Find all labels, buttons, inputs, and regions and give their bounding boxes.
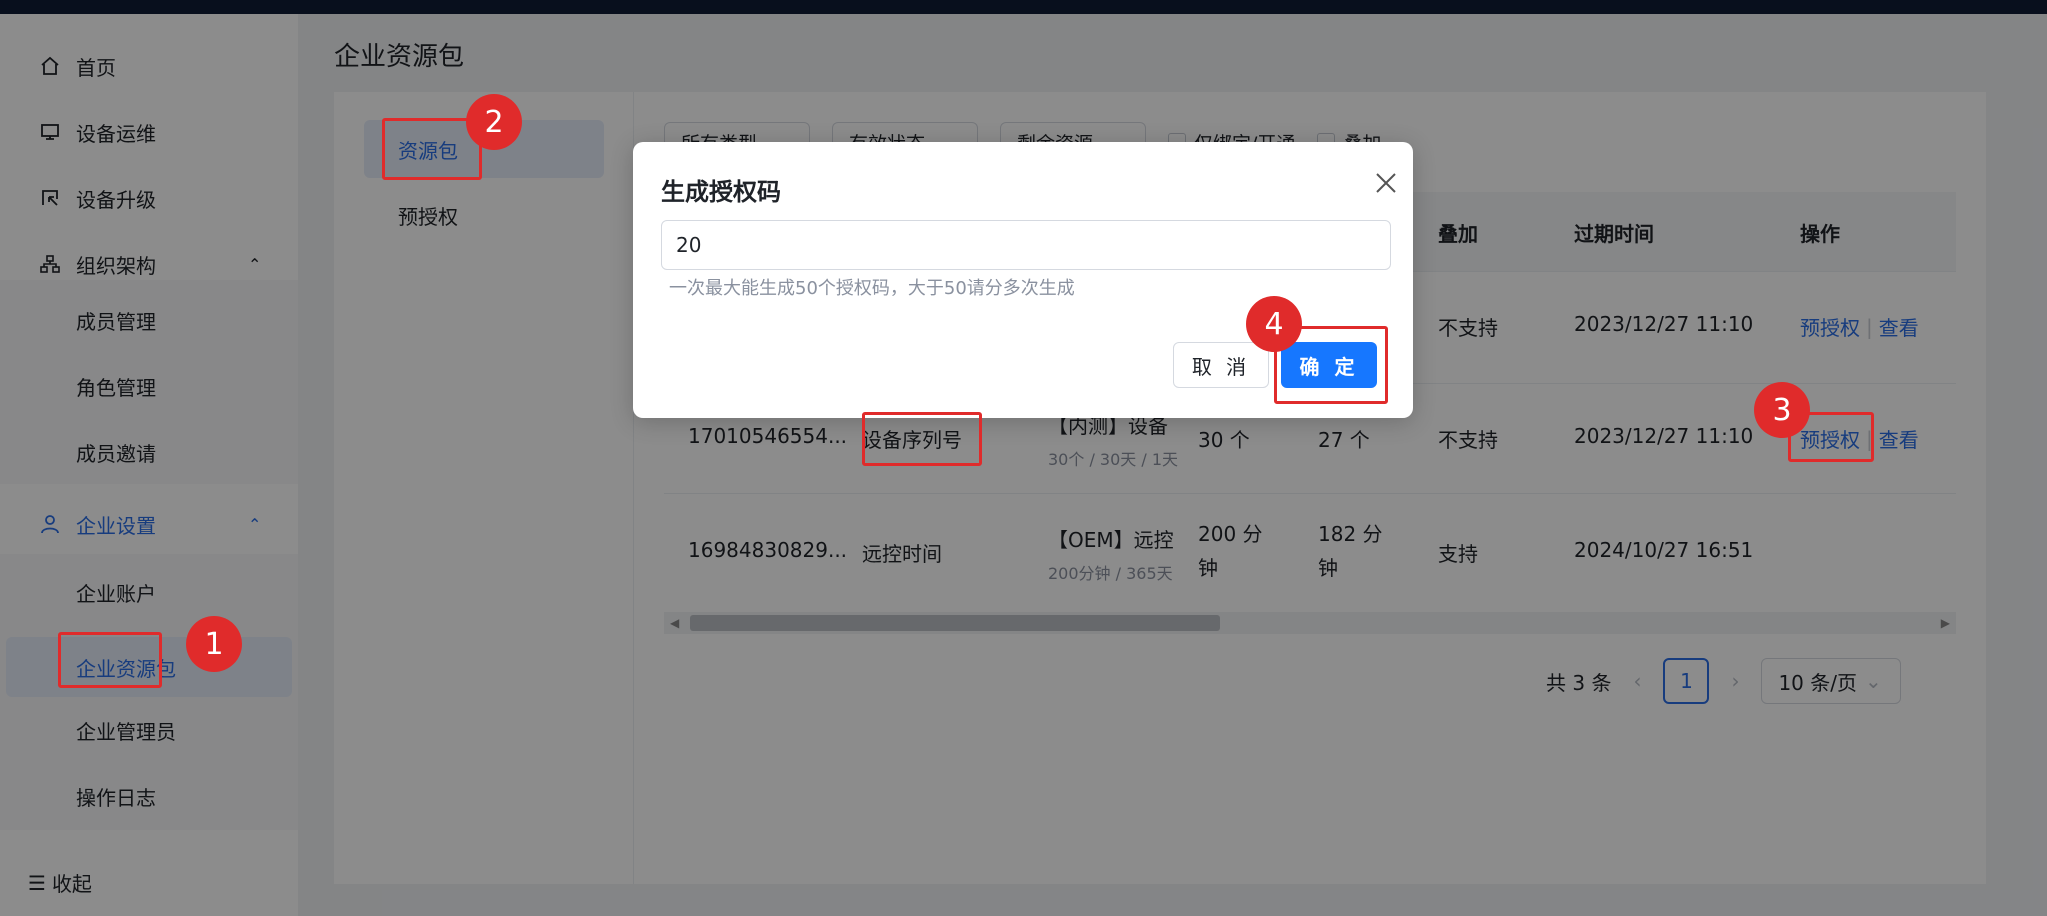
close-icon[interactable] [1371,168,1401,198]
quantity-input[interactable] [661,220,1391,270]
step-marker-2: 2 [466,94,522,150]
step-marker-4: 4 [1246,296,1302,352]
step-marker-3: 3 [1754,382,1810,438]
modal-overlay[interactable] [0,0,2047,916]
dialog-title: 生成授权码 [661,178,781,206]
step-marker-1: 1 [186,616,242,672]
quantity-hint: 一次最大能生成50个授权码，大于50请分多次生成 [669,278,1075,299]
cancel-button[interactable]: 取 消 [1173,342,1269,388]
confirm-button[interactable]: 确 定 [1281,342,1377,388]
generate-auth-code-dialog: 生成授权码 一次最大能生成50个授权码，大于50请分多次生成 取 消 确 定 [633,142,1413,418]
